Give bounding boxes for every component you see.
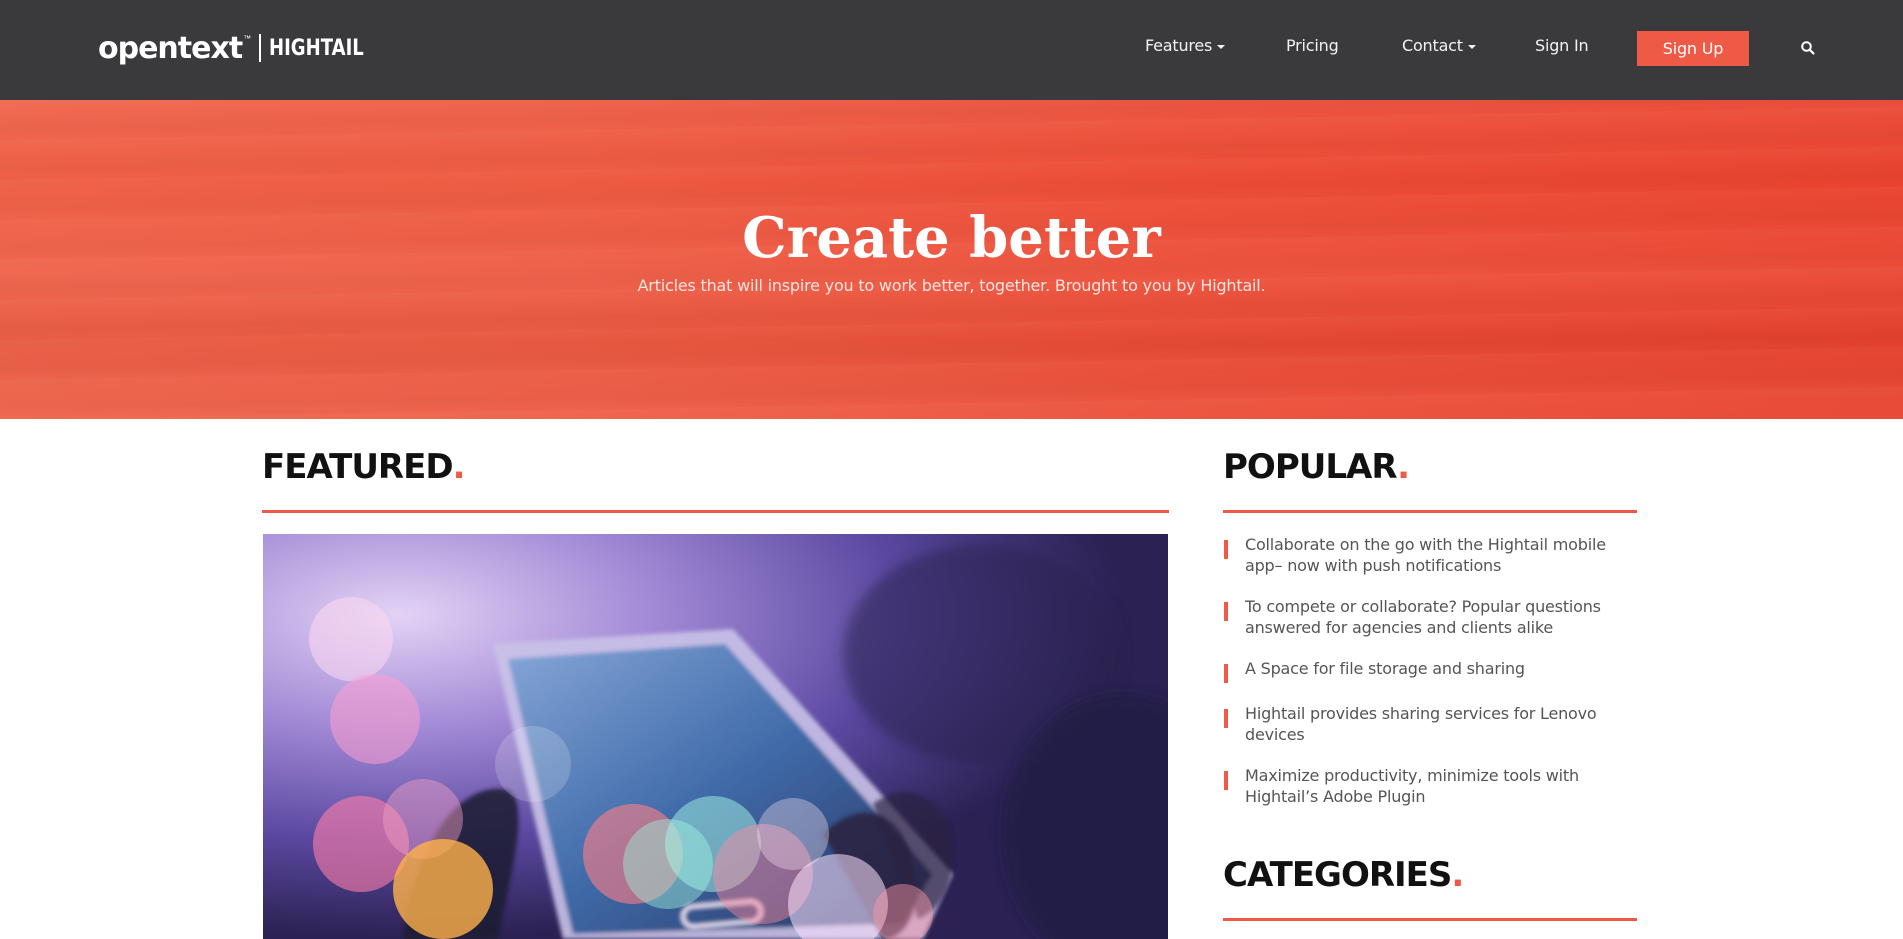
hero-subtitle: Articles that will inspire you to work b… — [637, 276, 1266, 295]
featured-divider — [262, 510, 1169, 513]
chevron-down-icon — [1217, 44, 1226, 49]
featured-article-image[interactable] — [263, 534, 1168, 939]
nav-features[interactable]: Features — [1145, 36, 1226, 55]
categories-heading-dot: . — [1451, 855, 1464, 895]
popular-item-1-text: Collaborate on the go with the Hightail … — [1245, 535, 1606, 575]
popular-item-1[interactable]: Collaborate on the go with the Hightail … — [1224, 534, 1638, 576]
featured-image-art — [263, 534, 1168, 939]
featured-heading-text: FEATURED — [262, 447, 454, 487]
nav-pricing[interactable]: Pricing — [1286, 36, 1339, 55]
nav-pricing-label: Pricing — [1286, 36, 1339, 55]
featured-heading-dot: . — [452, 447, 466, 487]
list-bullet-bar — [1224, 540, 1228, 559]
list-bullet-bar — [1224, 709, 1228, 728]
list-bullet-bar — [1224, 602, 1228, 621]
top-navigation-bar: opentext ™ HIGHTAIL Features Pricing Con… — [0, 0, 1903, 100]
nav-features-label: Features — [1145, 36, 1213, 55]
popular-item-5[interactable]: Maximize productivity, minimize tools wi… — [1224, 765, 1638, 807]
popular-item-4[interactable]: Hightail provides sharing services for L… — [1224, 703, 1638, 745]
categories-divider — [1223, 918, 1637, 921]
popular-item-3[interactable]: A Space for file storage and sharing — [1224, 658, 1638, 683]
main-nav: Features Pricing Contact Sign In Sign Up — [0, 0, 1903, 100]
categories-heading: CATEGORIES. — [1223, 855, 1464, 895]
nav-sign-in[interactable]: Sign In — [1535, 36, 1589, 55]
popular-item-3-text: A Space for file storage and sharing — [1245, 659, 1525, 678]
popular-heading-text: POPULAR — [1223, 447, 1398, 487]
hero-banner: Create better Articles that will inspire… — [0, 100, 1903, 419]
featured-heading: FEATURED. — [262, 447, 466, 487]
popular-divider — [1223, 510, 1637, 513]
list-bullet-bar — [1224, 664, 1228, 683]
popular-item-2-text: To compete or collaborate? Popular quest… — [1245, 597, 1601, 637]
popular-item-4-text: Hightail provides sharing services for L… — [1245, 704, 1597, 744]
popular-item-5-text: Maximize productivity, minimize tools wi… — [1245, 766, 1579, 806]
search-icon[interactable] — [1800, 40, 1816, 56]
popular-item-2[interactable]: To compete or collaborate? Popular quest… — [1224, 596, 1638, 638]
popular-heading: POPULAR. — [1223, 447, 1410, 487]
chevron-down-icon — [1467, 44, 1476, 49]
nav-contact[interactable]: Contact — [1402, 36, 1476, 55]
popular-heading-dot: . — [1397, 447, 1410, 487]
list-bullet-bar — [1224, 771, 1228, 790]
categories-heading-text: CATEGORIES — [1223, 855, 1452, 895]
nav-contact-label: Contact — [1402, 36, 1463, 55]
hero-title: Create better — [742, 205, 1161, 271]
sign-up-button[interactable]: Sign Up — [1637, 31, 1749, 66]
nav-sign-in-label: Sign In — [1535, 36, 1589, 55]
